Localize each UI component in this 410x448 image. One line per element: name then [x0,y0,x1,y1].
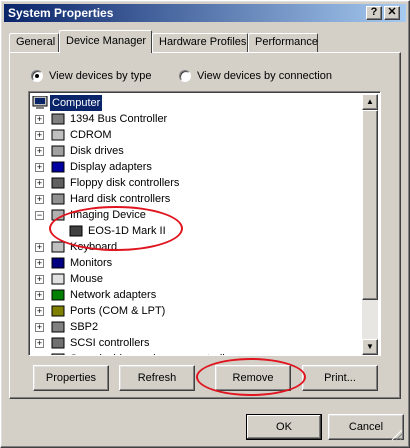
expand-icon[interactable]: + [35,163,44,172]
tree-label: CDROM [70,129,112,141]
tree-row[interactable]: + SBP2 [31,319,361,335]
scroll-up-button[interactable]: ▲ [362,94,378,110]
monitor-icon [51,257,65,269]
expand-icon[interactable]: + [35,323,44,332]
hard-disk-controller-icon [51,193,65,205]
tree-label: Network adapters [70,289,157,301]
view-by-type-radio[interactable]: View devices by type [31,68,152,84]
expand-icon[interactable]: + [35,115,44,124]
tree-row[interactable]: + SCSI controllers [31,335,361,351]
tab-performance[interactable]: Performance [248,33,318,52]
tree-row[interactable]: EOS-1D Mark II [31,223,361,239]
cancel-button-label: Cancel [348,421,384,433]
tree-row[interactable]: + Mouse [31,271,361,287]
device-tree-content: Computer +1394 Bus Controller + CDROM + Disk… [31,94,364,355]
disk-drive-icon [51,145,65,157]
computer-icon [32,96,48,109]
title-bar[interactable]: System Properties ? ✕ [4,4,406,22]
mouse-icon [51,273,65,285]
network-adapter-icon [51,289,65,301]
device-tree[interactable]: Computer +1394 Bus Controller + CDROM + Disk… [28,91,381,356]
tree-row[interactable]: + Network adapters [31,287,361,303]
view-by-connection-radio[interactable]: View devices by connection [179,68,332,84]
scsi-icon [51,337,65,349]
imaging-device-icon [51,209,65,221]
properties-button-label: Properties [45,372,97,384]
sound-icon [51,353,65,355]
ok-button-label: OK [276,421,292,433]
tree-label: SBP2 [70,321,99,333]
expand-icon[interactable]: + [35,307,44,316]
ports-icon [51,305,65,317]
display-adapter-icon [51,161,65,173]
refresh-button-label: Refresh [137,372,177,384]
tree-row[interactable]: + Hard disk controllers [31,191,361,207]
collapse-icon[interactable]: − [35,211,44,220]
tree-label: EOS-1D Mark II [88,225,166,237]
expand-icon[interactable]: + [35,275,44,284]
expand-icon[interactable]: + [35,291,44,300]
expand-icon[interactable]: + [35,179,44,188]
tree-row[interactable]: + Monitors [31,255,361,271]
tree-label: Floppy disk controllers [70,177,180,189]
expand-icon[interactable]: + [35,259,44,268]
resize-grip-icon[interactable] [391,429,403,441]
tree-label: Hard disk controllers [70,193,171,205]
tree-row[interactable]: + Disk drives [31,143,361,159]
view-by-connection-label: View devices by connection [197,70,332,82]
radio-empty-dot [179,70,191,82]
tree-row[interactable]: +1394 Bus Controller [31,111,361,127]
expand-icon[interactable]: + [35,243,44,252]
expand-icon[interactable]: + [35,147,44,156]
expand-icon[interactable]: + [35,195,44,204]
tree-label: Monitors [70,257,113,269]
radio-selected-dot [31,70,43,82]
tab-device-manager[interactable]: Device Manager [59,30,152,53]
tree-row[interactable]: + Display adapters [31,159,361,175]
view-by-type-label: View devices by type [49,70,152,82]
properties-button[interactable]: Properties [33,365,109,391]
tree-label: Ports (COM & LPT) [70,305,166,317]
tab-hardware-profiles[interactable]: Hardware Profiles [152,33,248,52]
print-button-label: Print... [324,372,356,384]
ok-button[interactable]: OK [246,414,322,440]
remove-button[interactable]: Remove [215,365,291,391]
tree-label-computer: Computer [50,95,103,111]
help-button[interactable]: ? [366,6,382,20]
window-title: System Properties [8,6,114,20]
bus-controller-icon [51,113,65,125]
system-properties-window: System Properties ? ✕ General Device Man… [0,0,410,448]
tree-label: Disk drives [70,145,124,157]
tree-label: SCSI controllers [70,337,150,349]
keyboard-icon [51,241,65,253]
tree-row[interactable]: − Imaging Device [31,207,361,223]
close-button[interactable]: ✕ [384,6,400,20]
tree-label: Keyboard [70,241,118,253]
tree-row[interactable]: + Keyboard [31,239,361,255]
print-button[interactable]: Print... [302,365,378,391]
tree-row[interactable]: + Ports (COM & LPT) [31,303,361,319]
floppy-controller-icon [51,177,65,189]
tree-row[interactable]: +Sound, video and game controllers [31,351,361,355]
expand-icon[interactable]: + [35,131,44,140]
tree-label: 1394 Bus Controller [70,113,168,125]
vertical-scrollbar[interactable]: ▲ ▼ [362,94,378,355]
tab-general[interactable]: General [9,33,59,52]
tree-row[interactable]: + CDROM [31,127,361,143]
tree-label: Imaging Device [70,209,146,221]
remove-button-label: Remove [232,372,274,384]
cdrom-icon [51,129,65,141]
tree-row-computer[interactable]: Computer [31,95,361,111]
tree-label: Sound, video and game controllers [68,351,242,355]
scroll-thumb[interactable] [362,110,378,300]
tree-label: Mouse [70,273,104,285]
refresh-button[interactable]: Refresh [119,365,195,391]
sbp2-icon [51,321,65,333]
camera-icon [69,225,83,237]
tree-label: Display adapters [70,161,152,173]
expand-icon[interactable]: + [35,339,44,348]
scroll-down-button[interactable]: ▼ [362,339,378,355]
tree-row[interactable]: + Floppy disk controllers [31,175,361,191]
